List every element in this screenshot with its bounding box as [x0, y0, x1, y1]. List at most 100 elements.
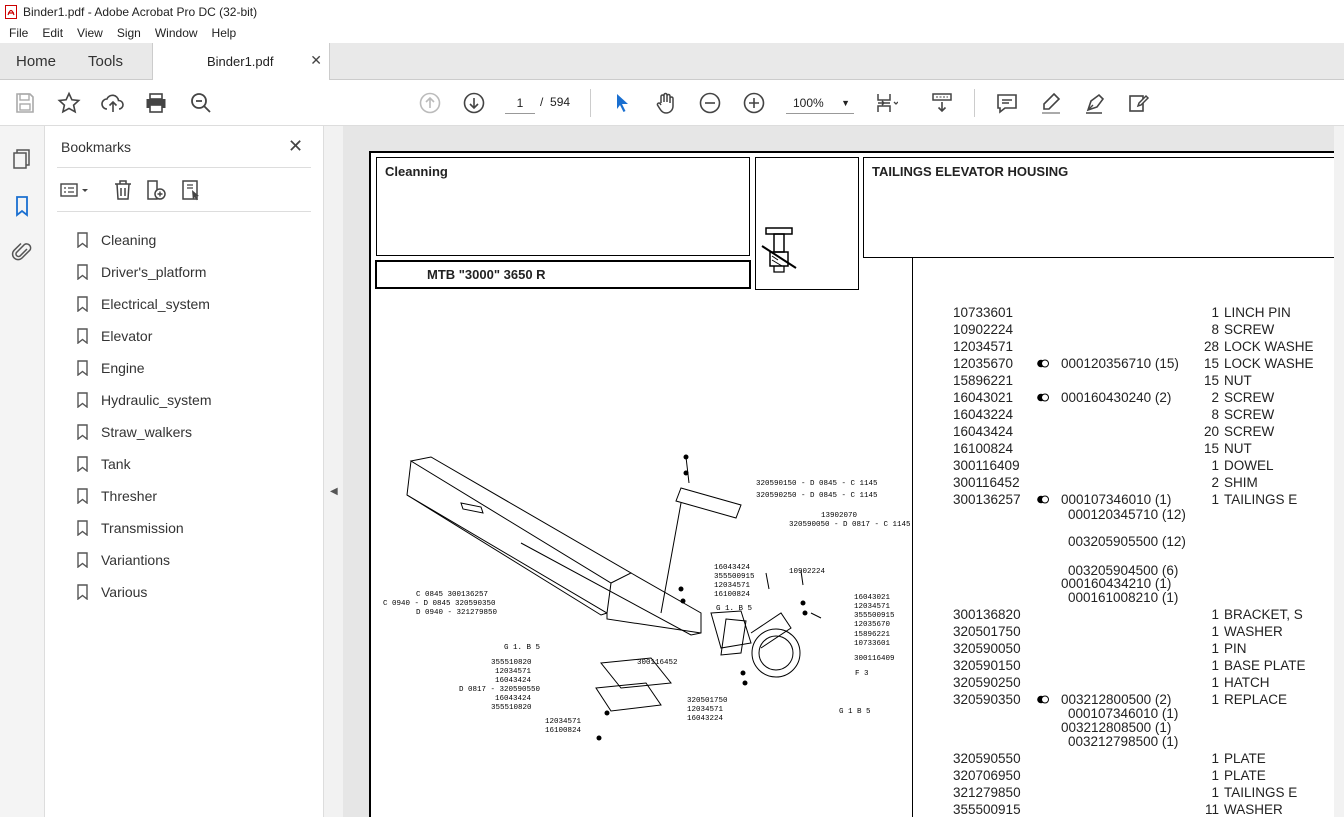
bookmark-item-straw-walkers[interactable]: Straw_walkers — [77, 416, 211, 448]
section-box: Cleanning — [376, 157, 750, 256]
part-qty: 1 — [1211, 607, 1219, 622]
highlight-pen-icon[interactable] — [1039, 91, 1063, 115]
part-desc: TAILINGS E — [1224, 785, 1298, 800]
toolbar-divider — [590, 89, 591, 117]
zoom-level-value: 100% — [793, 96, 824, 110]
vertical-scrollbar[interactable] — [1334, 126, 1344, 817]
close-icon[interactable]: ✕ — [288, 136, 303, 157]
page-heading: TAILINGS ELEVATOR HOUSING — [872, 164, 1069, 179]
select-cursor-icon[interactable] — [610, 91, 634, 115]
bookmark-item-various[interactable]: Various — [77, 576, 211, 608]
print-icon[interactable] — [144, 91, 168, 115]
callout-label: 320590050 - D 0817 - C 1145 — [789, 521, 911, 529]
alt-line: 003205905500 (12) — [1068, 534, 1186, 549]
zoom-in-icon[interactable] — [742, 91, 766, 115]
part-qty: 1 — [1211, 768, 1219, 783]
callout-label: 16043424 — [714, 564, 751, 572]
bookmark-item-tank[interactable]: Tank — [77, 448, 211, 480]
callout-label: 320501750 — [687, 697, 728, 705]
model-title: MTB "3000" 3650 R — [427, 267, 546, 282]
bookmark-list: Cleaning Driver's_platform Electrical_sy… — [77, 224, 211, 608]
zoom-level-select[interactable]: 100% ▼ — [786, 92, 854, 114]
menu-file[interactable]: File — [9, 26, 28, 40]
tab-document[interactable]: Binder1.pdf ✕ — [152, 43, 330, 80]
alt-line: 000120345710 (12) — [1068, 507, 1186, 522]
sign-pen-icon[interactable] — [1083, 91, 1107, 115]
bookmark-item-elevator[interactable]: Elevator — [77, 320, 211, 352]
part-number: 10733601 — [953, 305, 1014, 320]
bookmark-icon — [77, 488, 88, 504]
callout-label: 355510820 — [491, 704, 532, 712]
bookmark-from-selection-icon[interactable] — [179, 178, 203, 202]
alt-line: 003212798500 (1) — [1068, 734, 1179, 749]
part-desc: HATCH — [1224, 675, 1270, 690]
menu-view[interactable]: View — [77, 26, 103, 40]
close-tab-icon[interactable]: ✕ — [310, 52, 322, 69]
bookmark-item-hydraulic-system[interactable]: Hydraulic_system — [77, 384, 211, 416]
menu-window[interactable]: Window — [155, 26, 198, 40]
page-thumbnails-icon[interactable] — [11, 148, 33, 170]
part-qty: 1 — [1211, 624, 1219, 639]
hand-tool-icon[interactable] — [654, 91, 678, 115]
callout-label: 16043424 — [495, 677, 532, 685]
attachment-icon[interactable] — [11, 241, 33, 263]
upload-cloud-icon[interactable] — [101, 91, 125, 115]
previous-page-icon[interactable] — [418, 91, 442, 115]
tab-bar: Home Tools Binder1.pdf ✕ — [0, 43, 1344, 80]
bookmark-label: Cleaning — [101, 232, 157, 248]
tab-document-label: Binder1.pdf — [207, 54, 274, 69]
bookmark-item-variantions[interactable]: Variantions — [77, 544, 211, 576]
section-title: Cleanning — [385, 164, 448, 179]
part-qty: 1 — [1211, 492, 1219, 507]
callout-label: G 1 B 5 — [839, 708, 871, 716]
part-number: 300136820 — [953, 607, 1021, 622]
bookmark-item-transmission[interactable]: Transmission — [77, 512, 211, 544]
page-fit-icon[interactable] — [874, 91, 899, 115]
delete-trash-icon[interactable] — [111, 178, 135, 202]
tab-tools[interactable]: Tools — [88, 53, 123, 70]
save-icon[interactable] — [13, 91, 37, 115]
star-icon[interactable] — [57, 91, 81, 115]
part-number: 12034571 — [953, 339, 1014, 354]
bookmark-item-cleaning[interactable]: Cleaning — [77, 224, 211, 256]
part-number: 10902224 — [953, 322, 1014, 337]
zoom-search-icon[interactable] — [189, 91, 213, 115]
scroll-mode-icon[interactable] — [930, 91, 954, 115]
part-qty: 1 — [1211, 641, 1219, 656]
bookmark-item-thresher[interactable]: Thresher — [77, 480, 211, 512]
options-menu-icon[interactable] — [59, 178, 88, 202]
menu-sign[interactable]: Sign — [117, 26, 141, 40]
panel-splitter[interactable]: ◀ — [324, 126, 343, 817]
bookmark-icon — [77, 232, 88, 248]
callout-label: D 0817 - 320590550 — [459, 686, 541, 694]
edit-pdf-icon[interactable] — [1127, 91, 1151, 115]
next-page-icon[interactable] — [462, 91, 486, 115]
callout-label: 16100824 — [545, 727, 582, 735]
part-qty: 20 — [1203, 424, 1219, 439]
bookmark-icon — [77, 360, 88, 376]
bookmark-icon — [77, 552, 88, 568]
part-desc: NUT — [1224, 373, 1252, 388]
tab-home[interactable]: Home — [16, 53, 56, 70]
bookmark-panel-icon[interactable] — [11, 195, 33, 217]
bookmark-icon — [77, 584, 88, 600]
part-desc: REPLACE — [1224, 692, 1288, 707]
document-viewer[interactable]: Cleanning MTB "3000" 3650 R TAILINGS ELE… — [343, 126, 1344, 817]
zoom-out-icon[interactable] — [698, 91, 722, 115]
collapse-panel-icon[interactable]: ◀ — [330, 486, 338, 497]
page-number-input[interactable]: 1 — [505, 92, 535, 114]
menu-help[interactable]: Help — [212, 26, 237, 40]
part-number: 300136257 — [953, 492, 1021, 507]
part-desc: WASHER — [1224, 802, 1283, 817]
alt-line: 003212808500 (1) — [1061, 720, 1172, 735]
comment-icon[interactable] — [995, 91, 1019, 115]
bookmark-item-drivers-platform[interactable]: Driver's_platform — [77, 256, 211, 288]
bookmark-item-engine[interactable]: Engine — [77, 352, 211, 384]
menu-edit[interactable]: Edit — [42, 26, 63, 40]
bookmark-item-electrical-system[interactable]: Electrical_system — [77, 288, 211, 320]
callout-label: 16043224 — [687, 715, 724, 723]
bookmark-label: Straw_walkers — [101, 424, 193, 440]
new-bookmark-icon[interactable] — [144, 178, 168, 202]
part-desc: TAILINGS E — [1224, 492, 1298, 507]
bookmark-label: Transmission — [101, 520, 184, 536]
